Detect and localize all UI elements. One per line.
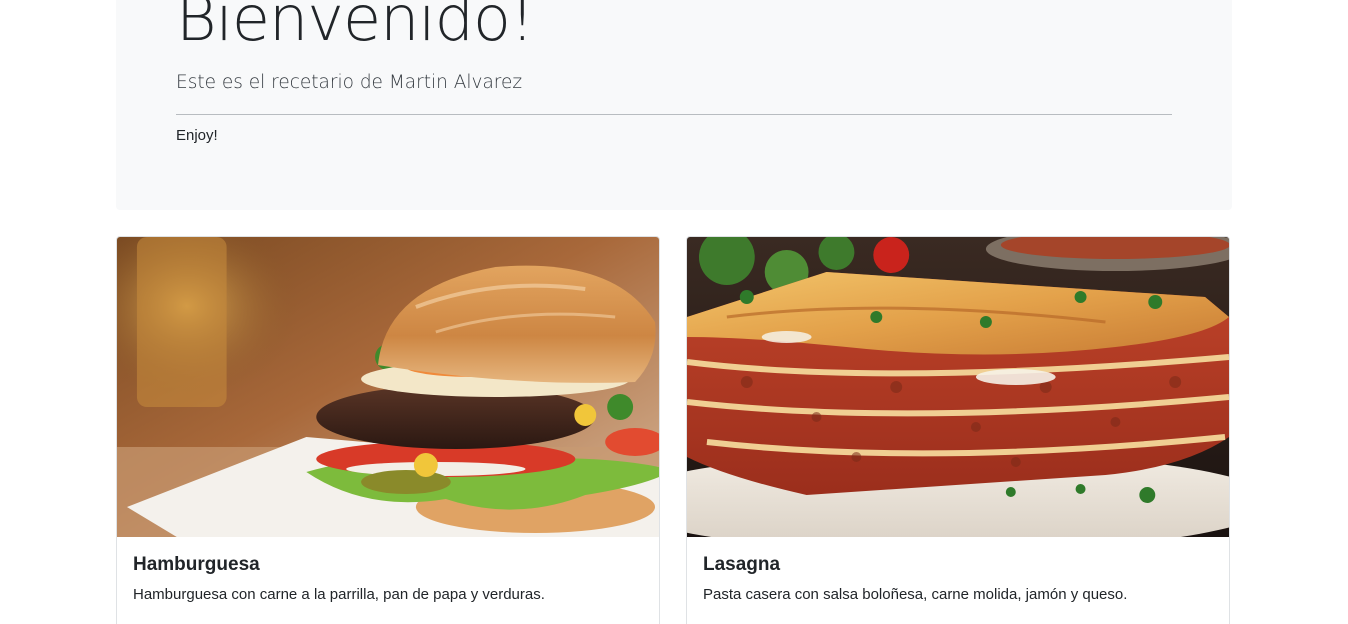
card-body: Hamburguesa Hamburguesa con carne a la p… xyxy=(117,537,659,603)
card-title: Lasagna xyxy=(703,554,781,575)
recipe-card-hamburguesa[interactable]: Hamburguesa Hamburguesa con carne a la p… xyxy=(116,236,660,624)
intro-text: Enjoy! xyxy=(176,127,218,144)
divider xyxy=(176,114,1172,115)
lasagna-image xyxy=(687,237,1229,537)
hamburger-image xyxy=(117,237,659,537)
card-description: Pasta casera con salsa boloñesa, carne m… xyxy=(703,586,1128,603)
recipe-card-lasagna[interactable]: Lasagna Pasta casera con salsa boloñesa,… xyxy=(686,236,1230,624)
jumbotron: Bienvenido! Este es el recetario de Mart… xyxy=(116,0,1232,210)
page: Bienvenido! Este es el recetario de Mart… xyxy=(0,0,1348,624)
page-title: Bienvenido! xyxy=(176,0,535,55)
card-body: Lasagna Pasta casera con salsa boloñesa,… xyxy=(687,537,1229,603)
card-description: Hamburguesa con carne a la parrilla, pan… xyxy=(133,586,545,603)
page-subtitle: Este es el recetario de Martin Alvarez xyxy=(176,72,523,93)
card-title: Hamburguesa xyxy=(133,554,260,575)
